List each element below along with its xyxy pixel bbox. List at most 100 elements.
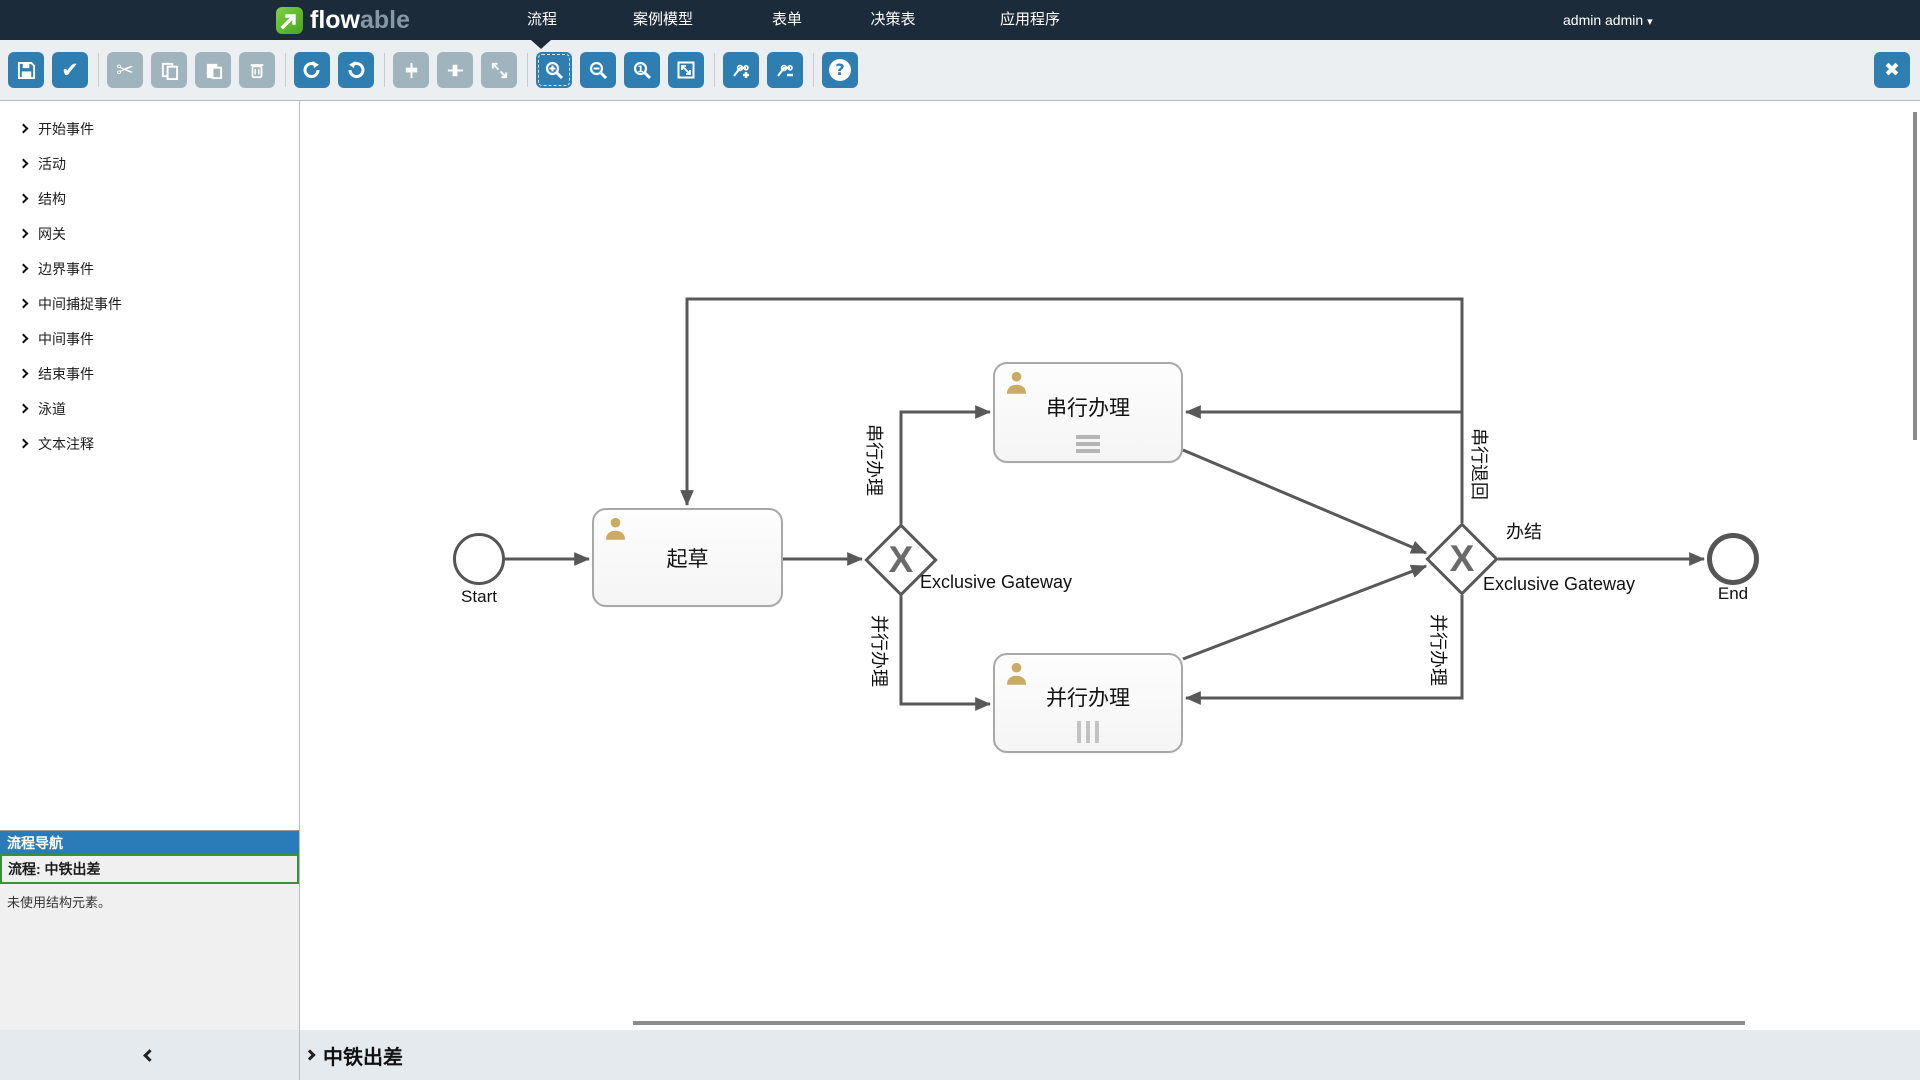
undo-button[interactable] (338, 52, 374, 88)
zoom-in-button[interactable] (536, 52, 572, 88)
gateway2-label: Exclusive Gateway (1483, 574, 1635, 595)
tab-forms[interactable]: 表单 (757, 0, 817, 40)
same-size-button[interactable] (481, 52, 517, 88)
align-horizontal-button[interactable] (437, 52, 473, 88)
breadcrumb-title: 中铁出差 (323, 1041, 403, 1070)
save-button[interactable] (8, 52, 44, 88)
toolbar-separator (813, 53, 814, 87)
palette-group-swimlanes[interactable]: 泳道 (0, 391, 299, 426)
validate-button[interactable]: ✔ (52, 52, 88, 88)
palette-group-intermediate-events[interactable]: 中间事件 (0, 321, 299, 356)
vertical-scrollbar[interactable] (1913, 112, 1917, 440)
chevron-right-icon (19, 194, 29, 204)
palette-group-label: 泳道 (38, 399, 66, 419)
delete-button[interactable] (239, 52, 275, 88)
toolbar-separator (714, 53, 715, 87)
palette-group-intermediate-catching-events[interactable]: 中间捕捉事件 (0, 286, 299, 321)
zoom-actual-button[interactable]: 1 (624, 52, 660, 88)
tab-case-models[interactable]: 案例模型 (615, 0, 711, 40)
copy-icon (160, 61, 179, 80)
close-icon: ✖ (1884, 59, 1900, 81)
task-label: 起草 (594, 510, 781, 605)
chevron-right-icon (19, 404, 29, 414)
cut-button[interactable]: ✂ (107, 52, 143, 88)
start-event-label: Start (449, 587, 509, 607)
chevron-right-icon (19, 229, 29, 239)
toolbar-separator (527, 53, 528, 87)
horizontal-scrollbar[interactable] (633, 1021, 1745, 1025)
paste-button[interactable] (195, 52, 231, 88)
edge-label-serial-go: 串行办理 (866, 410, 888, 510)
tab-process[interactable]: 流程 (512, 0, 572, 40)
chevron-right-icon (19, 159, 29, 169)
zoom-out-button[interactable] (580, 52, 616, 88)
sequential-multi-instance-icon (1076, 432, 1100, 453)
align-horizontal-icon (446, 61, 465, 80)
chevron-right-icon (19, 369, 29, 379)
start-event[interactable] (453, 533, 505, 585)
palette-group-structural[interactable]: 结构 (0, 181, 299, 216)
flowable-logo-icon (276, 7, 303, 34)
process-navigator-header: 流程导航 (0, 830, 299, 854)
active-tab-caret (531, 40, 551, 49)
copy-button[interactable] (151, 52, 187, 88)
toolbar-separator (98, 53, 99, 87)
palette-group-label: 结构 (38, 189, 66, 209)
palette-group-label: 结束事件 (38, 364, 94, 384)
collapse-sidebar-button[interactable] (0, 1030, 300, 1080)
end-event-label: End (1705, 584, 1761, 604)
add-bendpoint-button[interactable] (723, 52, 759, 88)
zoom-in-icon (544, 60, 564, 80)
zoom-fit-icon (676, 60, 696, 80)
palette-group-label: 中间捕捉事件 (38, 294, 122, 314)
tab-decision-tables[interactable]: 决策表 (848, 0, 938, 40)
edge-label-parallel-go: 并行办理 (871, 601, 893, 701)
remove-bendpoint-button[interactable] (767, 52, 803, 88)
help-icon: ? (829, 59, 851, 81)
palette-group-gateways[interactable]: 网关 (0, 216, 299, 251)
zoom-out-icon (588, 60, 608, 80)
remove-bendpoint-icon (775, 60, 795, 80)
validate-icon: ✔ (61, 58, 79, 82)
align-vertical-button[interactable] (393, 52, 429, 88)
palette-group-label: 中间事件 (38, 329, 94, 349)
redo-button[interactable] (294, 52, 330, 88)
palette-group-boundary-events[interactable]: 边界事件 (0, 251, 299, 286)
same-size-icon (490, 61, 509, 80)
tab-apps[interactable]: 应用程序 (985, 0, 1075, 40)
sequence-flows (300, 101, 1920, 1030)
edge-label-finish: 办结 (1506, 518, 1542, 544)
logo-text-flow: flow (310, 6, 360, 34)
chevron-left-icon (143, 1049, 156, 1062)
chevron-right-icon (19, 334, 29, 344)
process-navigator-panel: 流程导航 流程: 中铁出差 未使用结构元素。 (0, 830, 300, 1030)
palette-group-text-annotation[interactable]: 文本注释 (0, 426, 299, 461)
edge-label-parallel-back: 并行办理 (1430, 600, 1452, 700)
palette-group-label: 边界事件 (38, 259, 94, 279)
edge-label-serial-back: 串行退回 (1471, 414, 1493, 514)
add-bendpoint-icon (731, 60, 751, 80)
task-serial[interactable]: 串行办理 (993, 362, 1183, 463)
process-navigator-item[interactable]: 流程: 中铁出差 (0, 854, 299, 884)
palette-group-start-events[interactable]: 开始事件 (0, 111, 299, 146)
redo-icon (302, 60, 322, 80)
close-editor-button[interactable]: ✖ (1874, 52, 1910, 88)
zoom-fit-button[interactable] (668, 52, 704, 88)
bottom-bar: 中铁出差 (0, 1030, 1920, 1080)
breadcrumb[interactable]: 中铁出差 (306, 1030, 403, 1080)
chevron-right-icon (19, 439, 29, 449)
task-draft[interactable]: 起草 (592, 508, 783, 607)
palette-group-end-events[interactable]: 结束事件 (0, 356, 299, 391)
save-icon (17, 61, 36, 80)
task-parallel[interactable]: 并行办理 (993, 653, 1183, 753)
user-menu[interactable]: admin admin▾ (1563, 0, 1653, 40)
toolbar-separator (285, 53, 286, 87)
logo-text-able: able (360, 6, 410, 34)
bpmn-canvas[interactable] (300, 101, 1920, 1030)
chevron-down-icon: ▾ (1647, 16, 1653, 28)
end-event[interactable] (1707, 533, 1759, 585)
undo-icon (346, 60, 366, 80)
parallel-multi-instance-icon (1077, 721, 1099, 743)
help-button[interactable]: ? (822, 52, 858, 88)
palette-group-activities[interactable]: 活动 (0, 146, 299, 181)
